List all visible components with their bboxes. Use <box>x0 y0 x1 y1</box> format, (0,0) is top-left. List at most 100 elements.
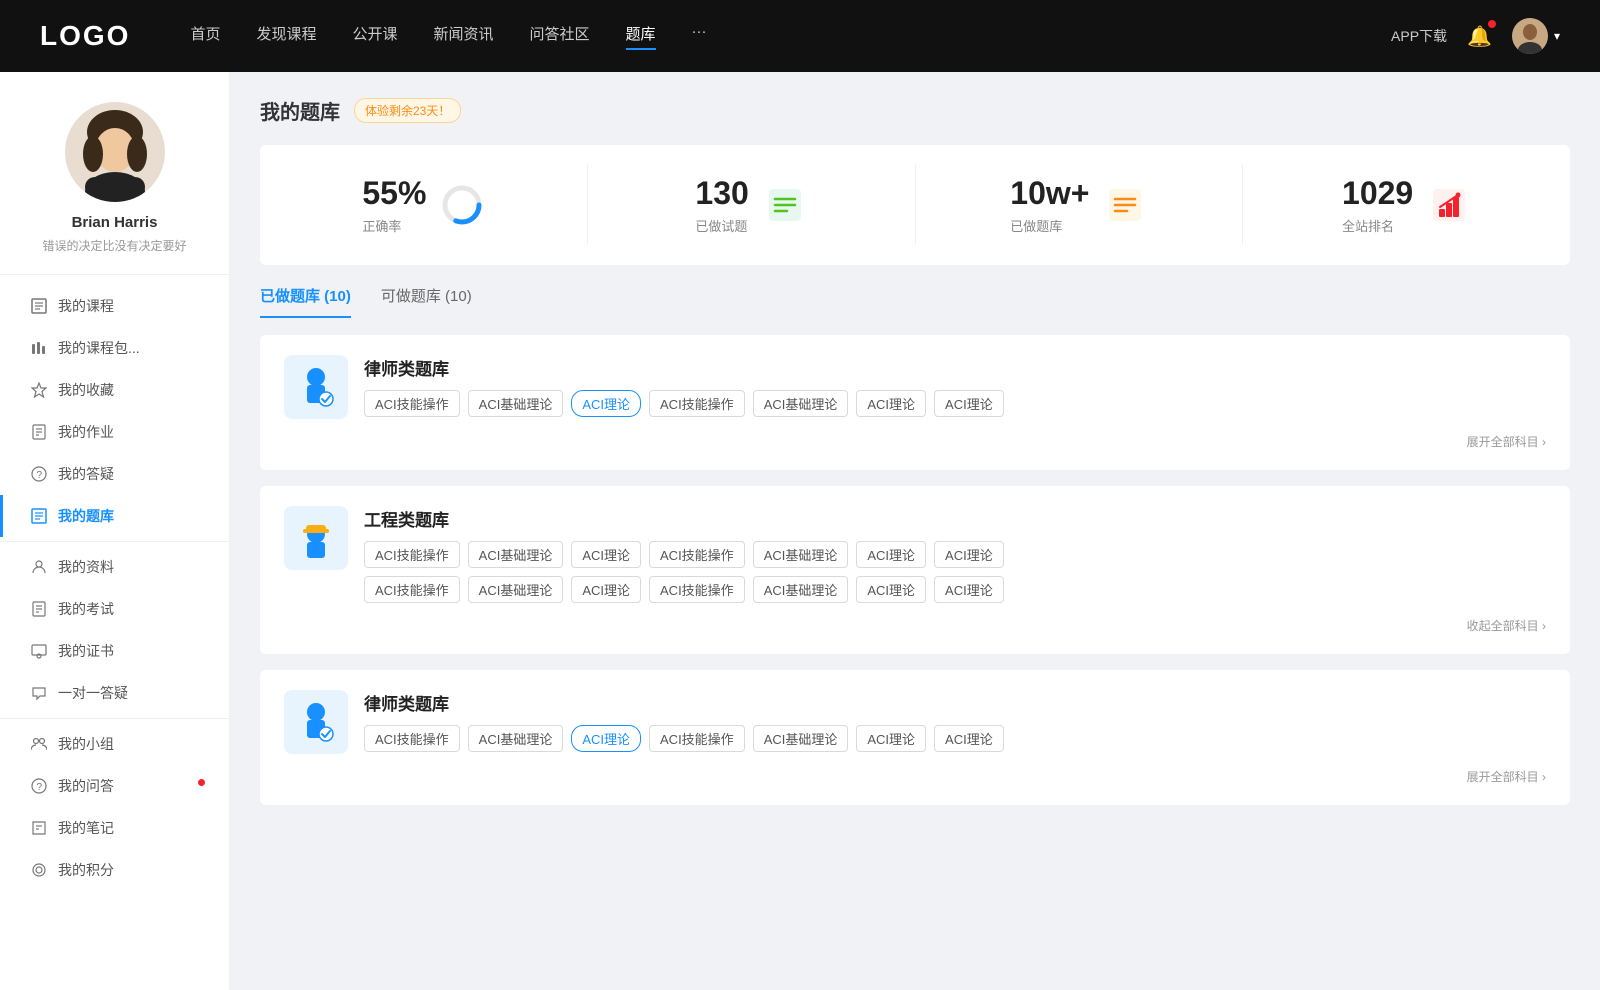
eng-tag-r2-5[interactable]: ACI理论 <box>856 576 926 603</box>
eng-tag-r1-1[interactable]: ACI基础理论 <box>468 541 564 568</box>
tab-todo[interactable]: 可做题库 (10) <box>381 285 472 318</box>
nav-news[interactable]: 新闻资讯 <box>434 23 494 50</box>
sidebar-item-1on1[interactable]: 一对一答疑 <box>0 672 229 714</box>
l2-tag-6[interactable]: ACI理论 <box>934 725 1004 752</box>
qbank-card-header-lawyer-2: 律师类题库 ACI技能操作 ACI基础理论 ACI理论 ACI技能操作 ACI基… <box>284 690 1546 754</box>
tag-3[interactable]: ACI技能操作 <box>649 390 745 417</box>
nav-open-course[interactable]: 公开课 <box>352 23 397 50</box>
sidebar-label-favorites: 我的收藏 <box>58 380 114 400</box>
sidebar: Brian Harris 错误的决定比没有决定要好 我的课程 我的课程包... <box>0 72 230 990</box>
expand-link-lawyer-2[interactable]: 展开全部科目 › <box>284 768 1546 785</box>
sidebar-item-info[interactable]: 我的资料 <box>0 546 229 588</box>
sidebar-label-group: 我的小组 <box>58 734 114 754</box>
sidebar-item-points[interactable]: 我的积分 <box>0 849 229 891</box>
l2-tag-4[interactable]: ACI基础理论 <box>753 725 849 752</box>
sidebar-item-cert[interactable]: 我的证书 <box>0 630 229 672</box>
sidebar-item-course[interactable]: 我的课程 <box>0 285 229 327</box>
sidebar-item-questions[interactable]: ? 我的问答 <box>0 765 229 807</box>
eng-tag-r1-6[interactable]: ACI理论 <box>934 541 1004 568</box>
eng-tag-r2-1[interactable]: ACI基础理论 <box>468 576 564 603</box>
eng-tag-r1-2[interactable]: ACI理论 <box>571 541 641 568</box>
accuracy-icon <box>440 183 484 227</box>
questions-icon: ? <box>30 777 48 795</box>
sidebar-item-my-qa[interactable]: ? 我的答疑 <box>0 453 229 495</box>
qbank-info-engineer: 工程类题库 ACI技能操作 ACI基础理论 ACI理论 ACI技能操作 ACI基… <box>364 506 1546 603</box>
nav-home[interactable]: 首页 <box>190 23 220 50</box>
course-pkg-icon <box>30 339 48 357</box>
trial-badge: 体验剩余23天！ <box>354 98 461 123</box>
eng-tag-r2-6[interactable]: ACI理论 <box>934 576 1004 603</box>
qbank-info-lawyer-2: 律师类题库 ACI技能操作 ACI基础理论 ACI理论 ACI技能操作 ACI基… <box>364 690 1546 752</box>
tag-5[interactable]: ACI理论 <box>856 390 926 417</box>
tabs-row: 已做题库 (10) 可做题库 (10) <box>260 285 1570 319</box>
sidebar-item-qbank[interactable]: 我的题库 <box>0 495 229 537</box>
l2-tag-0[interactable]: ACI技能操作 <box>364 725 460 752</box>
nav-qa[interactable]: 问答社区 <box>530 23 590 50</box>
sidebar-item-favorites[interactable]: 我的收藏 <box>0 369 229 411</box>
tags-engineer-row1: ACI技能操作 ACI基础理论 ACI理论 ACI技能操作 ACI基础理论 AC… <box>364 541 1546 568</box>
qbank-card-lawyer-2: 律师类题库 ACI技能操作 ACI基础理论 ACI理论 ACI技能操作 ACI基… <box>260 670 1570 805</box>
sidebar-label-notes: 我的笔记 <box>58 818 114 838</box>
l2-tag-1[interactable]: ACI基础理论 <box>468 725 564 752</box>
notification-bell[interactable]: 🔔 <box>1467 24 1492 49</box>
tag-6[interactable]: ACI理论 <box>934 390 1004 417</box>
sidebar-label-points: 我的积分 <box>58 860 114 880</box>
eng-tag-r1-0[interactable]: ACI技能操作 <box>364 541 460 568</box>
banks-done-icon <box>1103 183 1147 227</box>
tag-2-active[interactable]: ACI理论 <box>571 390 641 417</box>
page-layout: Brian Harris 错误的决定比没有决定要好 我的课程 我的课程包... <box>0 72 1600 990</box>
eng-tag-r1-5[interactable]: ACI理论 <box>856 541 926 568</box>
tag-0[interactable]: ACI技能操作 <box>364 390 460 417</box>
sidebar-label-cert: 我的证书 <box>58 641 114 661</box>
group-icon <box>30 735 48 753</box>
l2-tag-2-active[interactable]: ACI理论 <box>571 725 641 752</box>
1on1-icon <box>30 684 48 702</box>
stat-accuracy: 55% 正确率 <box>260 165 588 245</box>
stat-banks-done-label: 已做题库 <box>1010 216 1089 235</box>
user-avatar-menu[interactable]: ▾ <box>1512 18 1560 54</box>
homework-icon <box>30 423 48 441</box>
bell-icon: 🔔 <box>1467 26 1492 48</box>
l2-tag-3[interactable]: ACI技能操作 <box>649 725 745 752</box>
sidebar-label-questions: 我的问答 <box>58 776 114 796</box>
tab-done[interactable]: 已做题库 (10) <box>260 285 351 318</box>
expand-link-lawyer-1[interactable]: 展开全部科目 › <box>284 433 1546 450</box>
stat-banks-done-value: 10w+ <box>1010 175 1089 212</box>
questions-done-icon <box>763 183 807 227</box>
eng-tag-r1-4[interactable]: ACI基础理论 <box>753 541 849 568</box>
nav-discover[interactable]: 发现课程 <box>256 23 316 50</box>
cert-icon <box>30 642 48 660</box>
sidebar-label-qbank: 我的题库 <box>58 506 114 526</box>
questions-badge <box>198 779 205 786</box>
stat-questions-done-label: 已做试题 <box>695 216 748 235</box>
stat-rank-label: 全站排名 <box>1342 216 1413 235</box>
sidebar-item-group[interactable]: 我的小组 <box>0 723 229 765</box>
sidebar-item-course-pkg[interactable]: 我的课程包... <box>0 327 229 369</box>
sidebar-label-1on1: 一对一答疑 <box>58 683 128 703</box>
eng-tag-r2-3[interactable]: ACI技能操作 <box>649 576 745 603</box>
exam-icon <box>30 600 48 618</box>
notes-icon <box>30 819 48 837</box>
main-content: 我的题库 体验剩余23天！ 55% 正确率 <box>230 72 1600 990</box>
tag-1[interactable]: ACI基础理论 <box>468 390 564 417</box>
l2-tag-5[interactable]: ACI理论 <box>856 725 926 752</box>
sidebar-label-course: 我的课程 <box>58 296 114 316</box>
stats-row: 55% 正确率 130 已做试题 <box>260 145 1570 265</box>
sidebar-item-exam[interactable]: 我的考试 <box>0 588 229 630</box>
sidebar-item-notes[interactable]: 我的笔记 <box>0 807 229 849</box>
tag-4[interactable]: ACI基础理论 <box>753 390 849 417</box>
eng-tag-r1-3[interactable]: ACI技能操作 <box>649 541 745 568</box>
my-qa-icon: ? <box>30 465 48 483</box>
lawyer-qbank-icon <box>284 355 348 419</box>
sidebar-item-homework[interactable]: 我的作业 <box>0 411 229 453</box>
tags-engineer-row2: ACI技能操作 ACI基础理论 ACI理论 ACI技能操作 ACI基础理论 AC… <box>364 576 1546 603</box>
nav-qbank[interactable]: 题库 <box>626 23 656 50</box>
course-icon <box>30 297 48 315</box>
app-download-link[interactable]: APP下载 <box>1391 26 1447 46</box>
eng-tag-r2-0[interactable]: ACI技能操作 <box>364 576 460 603</box>
nav-more[interactable]: ··· <box>692 23 707 50</box>
stat-questions-done-value: 130 <box>695 175 748 212</box>
eng-tag-r2-4[interactable]: ACI基础理论 <box>753 576 849 603</box>
expand-link-engineer[interactable]: 收起全部科目 › <box>284 617 1546 634</box>
eng-tag-r2-2[interactable]: ACI理论 <box>571 576 641 603</box>
